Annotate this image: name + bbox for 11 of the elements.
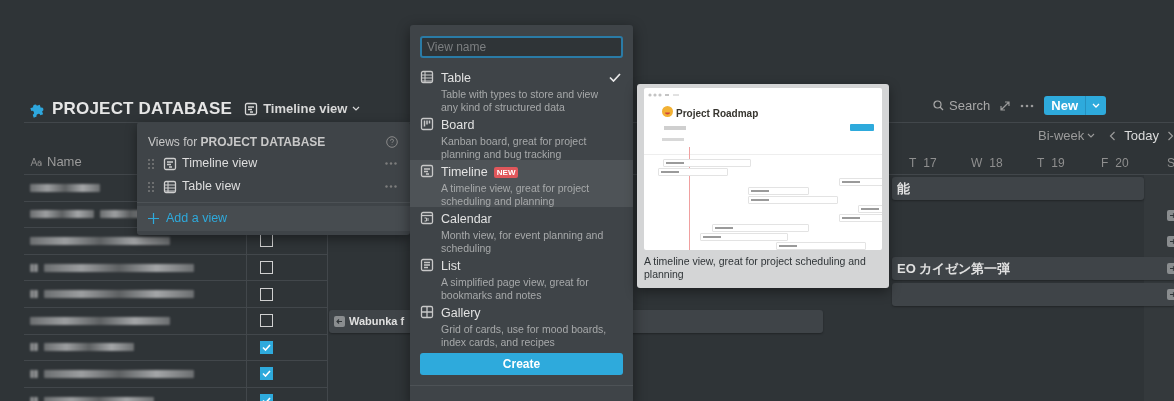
day-label: T 17	[909, 155, 937, 172]
day-label: W 18	[971, 155, 1003, 172]
day-label: T 19	[1037, 155, 1065, 172]
day-label: S	[1167, 155, 1174, 172]
preview-title: Project Roadmap	[676, 107, 759, 121]
column-header: Name	[47, 152, 82, 171]
preview-caption: A timeline view, great for project scheduling and planning	[643, 254, 867, 281]
popover-title: Views for PROJECT DATABASE	[148, 133, 326, 151]
page-title: PROJECT DATABASE	[52, 98, 233, 120]
new-badge: NEW	[493, 166, 519, 178]
day-label: F 20	[1101, 155, 1129, 172]
